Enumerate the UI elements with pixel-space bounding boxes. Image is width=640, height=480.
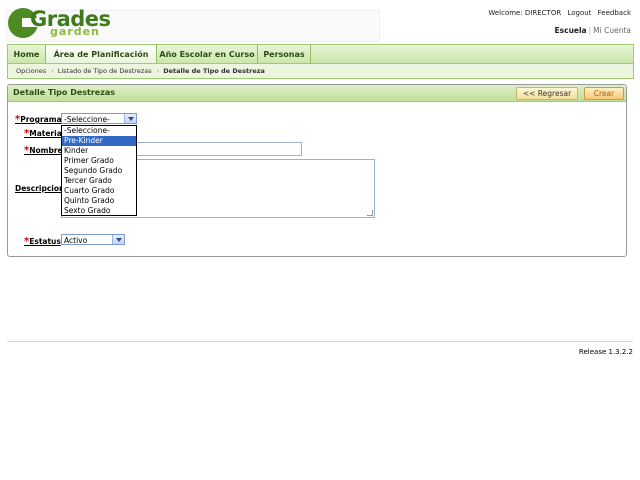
chevron-down-icon[interactable] (124, 114, 136, 123)
tab-personas[interactable]: Personas (258, 45, 311, 64)
logout-link[interactable]: Logout (567, 9, 591, 17)
dropdown-option[interactable]: Primer Grado (62, 156, 136, 166)
estatus-select[interactable]: Activo (61, 234, 125, 245)
breadcrumb-arrow-icon: › (156, 67, 160, 75)
tab-area-planificacion[interactable]: Área de Planificación (46, 45, 157, 64)
programa-select[interactable]: -Seleccione- (61, 113, 137, 124)
breadcrumb-arrow-icon: › (51, 67, 54, 75)
chevron-down-icon[interactable] (112, 235, 124, 244)
descripcion-label: Descripcion (15, 184, 65, 193)
programa-dropdown-list: -Seleccione- Pre-Kinder Kinder Primer Gr… (61, 125, 137, 216)
tab-home[interactable]: Home (8, 45, 46, 64)
panel-header: Detalle Tipo Destrezas << Regresar Crear (8, 85, 626, 102)
dropdown-option[interactable]: Cuarto Grado (62, 186, 136, 196)
panel-title: Detalle Tipo Destrezas (13, 88, 116, 97)
grades-garden-logo[interactable]: Grades garden (8, 7, 118, 40)
back-button[interactable]: << Regresar (516, 87, 578, 100)
release-version: Release 1.3.2.2 (578, 348, 633, 356)
dropdown-option[interactable]: Sexto Grado (62, 206, 136, 216)
dropdown-option[interactable]: -Seleccione- (62, 126, 136, 136)
breadcrumb-opciones[interactable]: Opciones (16, 67, 46, 75)
welcome-text: Welcome: DIRECTOR (488, 9, 562, 17)
estatus-select-value: Activo (64, 236, 88, 245)
breadcrumb-listado[interactable]: Listado de Tipo de Destrezas (58, 67, 152, 75)
school-links: Escuela | Mi Cuenta (555, 26, 631, 35)
footer-divider (7, 341, 633, 342)
logo-text-sub: garden (50, 25, 100, 38)
dropdown-option[interactable]: Quinto Grado (62, 196, 136, 206)
programa-label: *Programa (15, 114, 62, 125)
materia-label: *Materia (24, 128, 62, 139)
mi-cuenta-link[interactable]: Mi Cuenta (593, 26, 631, 35)
nombre-label: *Nombre (24, 145, 63, 156)
dropdown-option[interactable]: Pre-Kinder (62, 136, 136, 146)
create-button[interactable]: Crear (584, 87, 624, 100)
main-nav: Home Área de Planificación Año Escolar e… (7, 44, 634, 64)
breadcrumb-current: Detalle de Tipo de Destreza (163, 67, 265, 75)
dropdown-option[interactable]: Segundo Grado (62, 166, 136, 176)
tab-ano-escolar[interactable]: Año Escolar en Curso (157, 45, 258, 64)
escuela-link[interactable]: Escuela (555, 26, 587, 35)
programa-select-value: -Seleccione- (64, 115, 110, 124)
feedback-link[interactable]: Feedback (598, 9, 631, 17)
breadcrumb: Opciones › Listado de Tipo de Destrezas › De… (7, 63, 634, 79)
resize-grip-icon[interactable] (367, 210, 373, 216)
dropdown-option[interactable]: Tercer Grado (62, 176, 136, 186)
user-links: Welcome: DIRECTOR Logout Feedback (484, 9, 631, 17)
dropdown-option[interactable]: Kinder (62, 146, 136, 156)
estatus-label: *Estatus (24, 236, 61, 247)
